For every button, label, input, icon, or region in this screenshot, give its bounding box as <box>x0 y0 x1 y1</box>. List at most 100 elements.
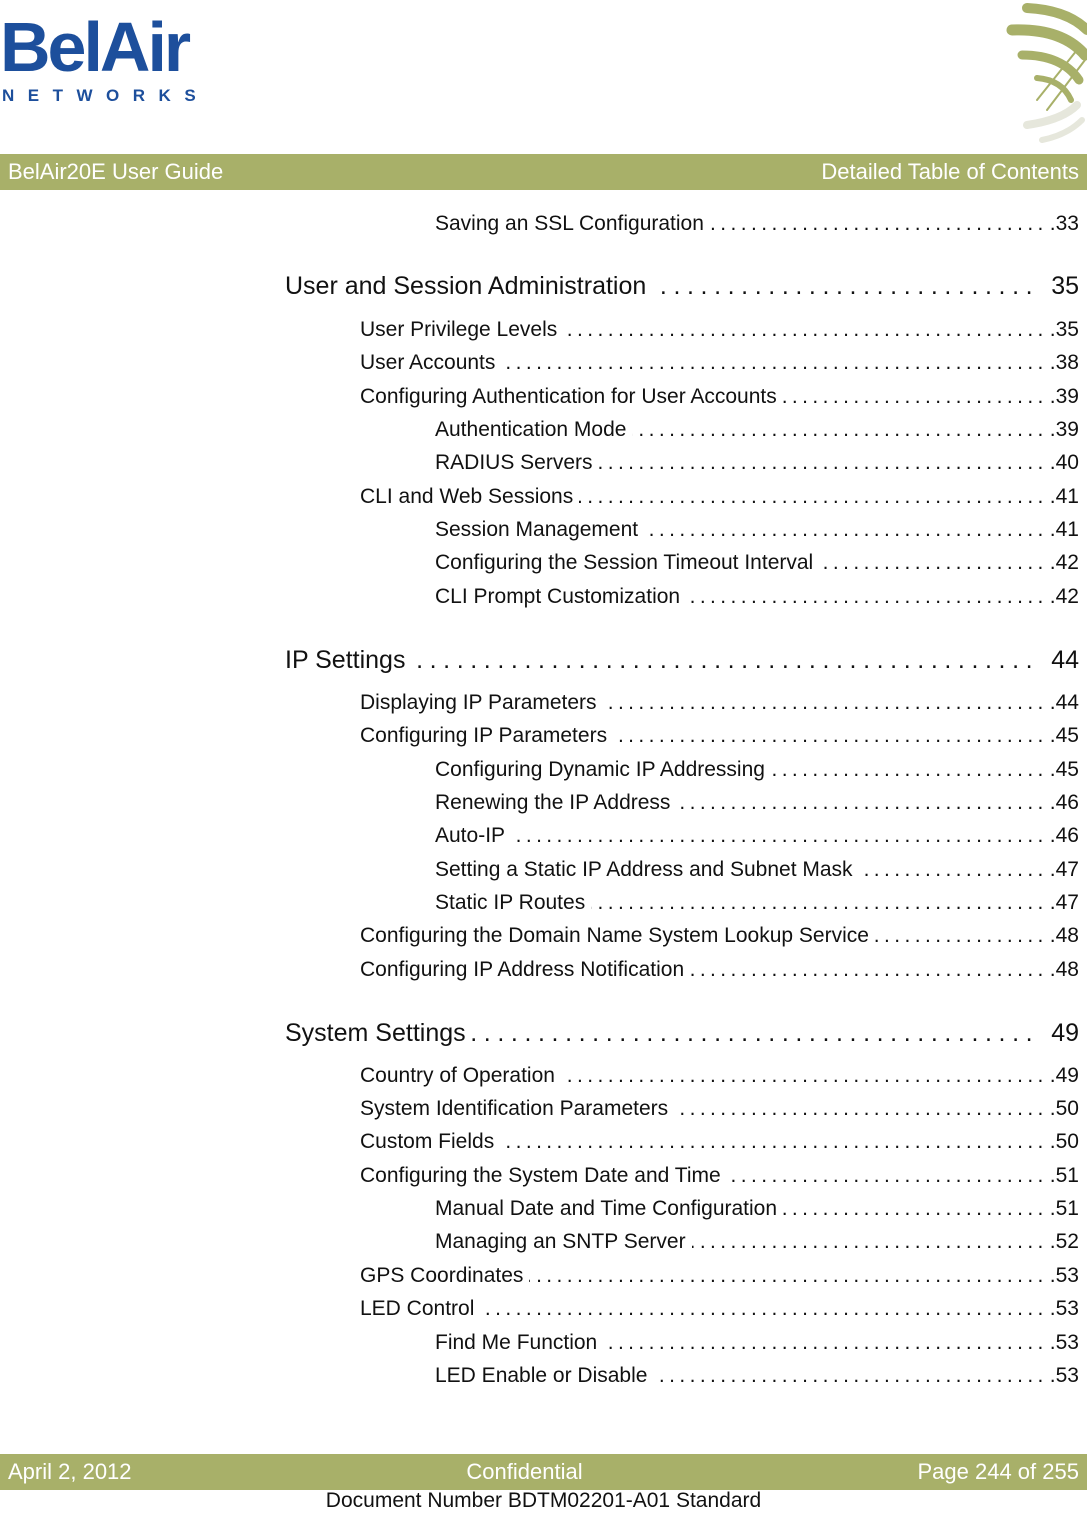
footer-classification: Confidential <box>466 1459 583 1484</box>
toc-entry[interactable]: GPS Coordinates.........................… <box>360 1264 1079 1288</box>
toc-entry-title: Displaying IP Parameters <box>360 691 597 714</box>
toc-entry[interactable]: Saving an SSL Configuration.............… <box>435 212 1079 236</box>
toc-entry[interactable]: User Accounts...........................… <box>360 351 1079 375</box>
toc-page-number: .33 <box>1049 212 1079 235</box>
toc-page-number: .39 <box>1049 385 1079 408</box>
toc-entry[interactable]: CLI Prompt Customization................… <box>435 585 1079 609</box>
toc-entry-title: LED Enable or Disable <box>435 1364 648 1387</box>
toc-page-number: .40 <box>1049 451 1079 474</box>
toc-entry-title: Configuring the Session Timeout Interval <box>435 551 814 574</box>
toc-dot-leader: ........................................… <box>727 1164 1048 1187</box>
toc-dot-leader: ........................................… <box>511 824 1048 847</box>
toc-page-number: .45 <box>1049 724 1079 747</box>
toc-page-number: .51 <box>1049 1197 1079 1220</box>
toc-page-number: .46 <box>1049 824 1079 847</box>
toc-chapter-entry[interactable]: IP Settings.............................… <box>285 646 1079 675</box>
document-number: Document Number BDTM02201-A01 Standard <box>325 1489 762 1512</box>
toc-entry-title: CLI Prompt Customization <box>435 585 681 608</box>
toc-page-number: 35 <box>1051 272 1079 300</box>
toc-entry[interactable]: User Privilege Levels...................… <box>360 318 1079 342</box>
toc-page-number: .41 <box>1049 518 1079 541</box>
toc-entry[interactable]: Configuring IP Address Notification.....… <box>360 958 1079 982</box>
toc-dot-leader: ........................................… <box>480 1297 1048 1320</box>
toc-entry-title: Configuring IP Parameters <box>360 724 608 747</box>
toc-entry[interactable]: Country of Operation....................… <box>360 1064 1079 1088</box>
toc-entry[interactable]: Managing an SNTP Server.................… <box>435 1230 1079 1254</box>
toc-page-number: .46 <box>1049 791 1079 814</box>
toc-page-number: .35 <box>1049 318 1079 341</box>
toc-entry[interactable]: LED Enable or Disable...................… <box>435 1364 1079 1388</box>
toc-entry[interactable]: Configuring the System Date and Time....… <box>360 1164 1079 1188</box>
toc-page-number: .45 <box>1049 758 1079 781</box>
toc-entry[interactable]: Auto-IP.................................… <box>435 824 1079 848</box>
toc-entry[interactable]: Displaying IP Parameters................… <box>360 691 1079 715</box>
toc-dot-leader: ........................................… <box>783 1197 1048 1220</box>
toc-page-number: .39 <box>1049 418 1079 441</box>
toc-page-number: .53 <box>1049 1297 1079 1320</box>
toc-entry[interactable]: RADIUS Servers..........................… <box>435 451 1079 475</box>
toc-dot-leader: ........................................… <box>472 1019 1040 1047</box>
toc-dot-leader: ........................................… <box>782 385 1048 408</box>
toc-page-number: .53 <box>1049 1364 1079 1387</box>
toc-dot-leader: ........................................… <box>500 1130 1048 1153</box>
toc-dot-leader: ........................................… <box>644 518 1048 541</box>
toc-entry[interactable]: CLI and Web Sessions....................… <box>360 485 1079 509</box>
toc-entry[interactable]: Manual Date and Time Configuration......… <box>435 1197 1079 1221</box>
toc-entry-title: Configuring the Domain Name System Looku… <box>360 924 869 947</box>
toc-page-number: .53 <box>1049 1331 1079 1354</box>
toc-entry-title: Configuring Authentication for User Acco… <box>360 385 777 408</box>
toc-page-number: .44 <box>1049 691 1079 714</box>
toc-page-number: .47 <box>1049 858 1079 881</box>
toc-entry[interactable]: Configuring the Domain Name System Looku… <box>360 924 1079 948</box>
toc-entry-title: Session Management <box>435 518 639 541</box>
swoosh-graphic-icon <box>1006 3 1087 143</box>
toc-dot-leader: ........................................… <box>875 924 1048 947</box>
logo-subtitle: NETWORKS <box>2 86 210 105</box>
toc-dot-leader: ........................................… <box>859 858 1048 881</box>
toc-entry[interactable]: Setting a Static IP Address and Subnet M… <box>435 858 1079 882</box>
toc-dot-leader: ........................................… <box>598 451 1048 474</box>
toc-entry[interactable]: Configuring Authentication for User Acco… <box>360 385 1079 409</box>
toc-page-number: .50 <box>1049 1097 1079 1120</box>
toc-page-number: .42 <box>1049 585 1079 608</box>
toc-dot-leader: ........................................… <box>613 724 1048 747</box>
footer-page-number: Page 244 of 255 <box>917 1459 1079 1484</box>
toc-chapter-entry[interactable]: User and Session Administration.........… <box>285 272 1079 301</box>
toc-page-number: .38 <box>1049 351 1079 374</box>
toc-entry[interactable]: LED Control.............................… <box>360 1297 1079 1321</box>
toc-entry[interactable]: Configuring Dynamic IP Addressing.......… <box>435 758 1079 782</box>
toc-page-number: .48 <box>1049 924 1079 947</box>
header-bar: BelAir20E User Guide Detailed Table of C… <box>0 154 1087 190</box>
toc-entry[interactable]: Custom Fields...........................… <box>360 1130 1079 1154</box>
toc-entry-title: System Settings <box>285 1019 466 1047</box>
toc-entry-title: Country of Operation <box>360 1064 555 1087</box>
toc-entry[interactable]: Configuring IP Parameters...............… <box>360 724 1079 748</box>
toc-page-number: .49 <box>1049 1064 1079 1087</box>
toc-dot-leader: ........................................… <box>411 646 1040 674</box>
toc-entry-title: Static IP Routes <box>435 891 586 914</box>
toc-page-number: .42 <box>1049 551 1079 574</box>
toc-dot-leader: ........................................… <box>686 585 1048 608</box>
toc-page-number: .47 <box>1049 891 1079 914</box>
footer-bar: April 2, 2012 Confidential Page 244 of 2… <box>0 1454 1087 1490</box>
document-title: BelAir20E User Guide <box>8 159 224 184</box>
toc-page-number: 49 <box>1051 1019 1079 1047</box>
toc-dot-leader: ........................................… <box>579 485 1048 508</box>
toc-dot-leader: ........................................… <box>632 418 1048 441</box>
toc-entry[interactable]: Configuring the Session Timeout Interval… <box>435 551 1079 575</box>
toc-entry-title: User Privilege Levels <box>360 318 558 341</box>
toc-entry[interactable]: Static IP Routes........................… <box>435 891 1079 915</box>
toc-dot-leader: ........................................… <box>603 1331 1048 1354</box>
toc-entry[interactable]: Find Me Function........................… <box>435 1331 1079 1355</box>
toc-chapter-entry[interactable]: System Settings.........................… <box>285 1019 1079 1048</box>
toc-entry-title: Manual Date and Time Configuration <box>435 1197 778 1220</box>
toc-entry-title: GPS Coordinates <box>360 1264 524 1287</box>
toc-entry[interactable]: Renewing the IP Address.................… <box>435 791 1079 815</box>
toc-page-number: .50 <box>1049 1130 1079 1153</box>
toc-page-number: .41 <box>1049 485 1079 508</box>
toc-dot-leader: ........................................… <box>690 958 1048 981</box>
toc-entry-title: User Accounts <box>360 351 496 374</box>
toc-entry[interactable]: System Identification Parameters........… <box>360 1097 1079 1121</box>
toc-entry[interactable]: Authentication Mode.....................… <box>435 418 1079 442</box>
toc-entry[interactable]: Session Management......................… <box>435 518 1079 542</box>
